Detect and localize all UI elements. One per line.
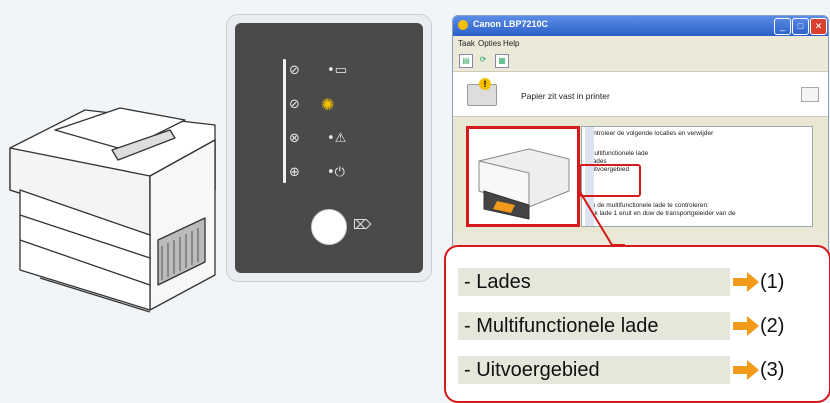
callout-number-1: (1): [760, 271, 785, 293]
window-title: Canon LBP7210C: [473, 19, 549, 29]
menu-opties[interactable]: Opties: [478, 39, 501, 48]
status-message: Papier zit vast in printer: [521, 91, 610, 101]
callout-item-uitvoergebied: - Uitvoergebied: [458, 356, 730, 384]
callout-number-3: (3): [760, 359, 785, 381]
paper-icon: •▭: [327, 63, 347, 78]
document-icon[interactable]: ▤: [459, 54, 473, 68]
callout-item-lades: - Lades: [458, 268, 730, 296]
location-callout: - Lades (1) - Multifunctionele lade (2) …: [444, 245, 830, 403]
callout-item-multifunctionele-lade: - Multifunctionele lade: [458, 312, 730, 340]
cancel-job-button[interactable]: [311, 209, 347, 245]
menu-help[interactable]: Help: [503, 39, 519, 48]
callout-number-2: (2): [760, 315, 785, 337]
led-bracket: [283, 59, 286, 183]
printer-illustration: [9, 107, 216, 313]
reset-icon: ⊕: [289, 165, 300, 180]
warning-icon: •⚠: [327, 131, 347, 146]
status-area: ! Papier zit vast in printer: [453, 72, 828, 117]
close-button[interactable]: ✕: [810, 18, 827, 35]
arrow-right-icon: [733, 272, 759, 292]
maximize-button[interactable]: □: [792, 18, 809, 35]
detail-line: - Multifunctionele lade: [585, 150, 649, 157]
options-button[interactable]: [801, 87, 819, 102]
ready-icon: ⊘: [289, 63, 300, 78]
menu-bar: Taak Opties Help: [453, 37, 828, 51]
led-row-error: ⊗ •⚠: [289, 127, 409, 151]
printer-status-icon: [458, 20, 468, 30]
job-icon: ⊗: [289, 131, 300, 146]
status-monitor-window: Canon LBP7210C _ □ ✕ Taak Opties Help ▤ …: [452, 15, 829, 264]
exclamation-icon: !: [479, 78, 491, 90]
minimize-button[interactable]: _: [774, 18, 791, 35]
toolbar: ▤ ⟳ ▦: [453, 51, 828, 72]
print-icon[interactable]: ▦: [495, 54, 509, 68]
cancel-job-icon: ⌦: [353, 218, 372, 233]
title-bar[interactable]: Canon LBP7210C _ □ ✕: [453, 16, 828, 36]
data-icon: ⊘: [289, 97, 300, 112]
arrow-right-icon: [733, 360, 759, 380]
menu-taak[interactable]: Taak: [458, 39, 475, 48]
refresh-icon[interactable]: ⟳: [477, 54, 489, 66]
arrow-right-icon: [733, 316, 759, 336]
control-panel-face: ⊘ •▭ ⊘ ✺ ⊗ •⚠ ⊕ •⏻ ⌦: [235, 23, 423, 273]
callout-connector: [579, 191, 625, 246]
led-row-ready: ⊘ •▭: [289, 59, 409, 83]
led-row-power: ⊕ •⏻: [289, 161, 409, 185]
paper-jam-blinking-icon: ✺: [321, 95, 335, 114]
printer-control-panel: ⊘ •▭ ⊘ ✺ ⊗ •⚠ ⊕ •⏻ ⌦: [226, 14, 432, 282]
power-icon: •⏻: [327, 165, 345, 180]
detail-panel: Controleer de volgende locaties en verwi…: [453, 117, 828, 233]
detail-line: Controleer de volgende locaties en verwi…: [585, 130, 714, 137]
led-row-jam: ⊘ ✺: [289, 93, 409, 117]
